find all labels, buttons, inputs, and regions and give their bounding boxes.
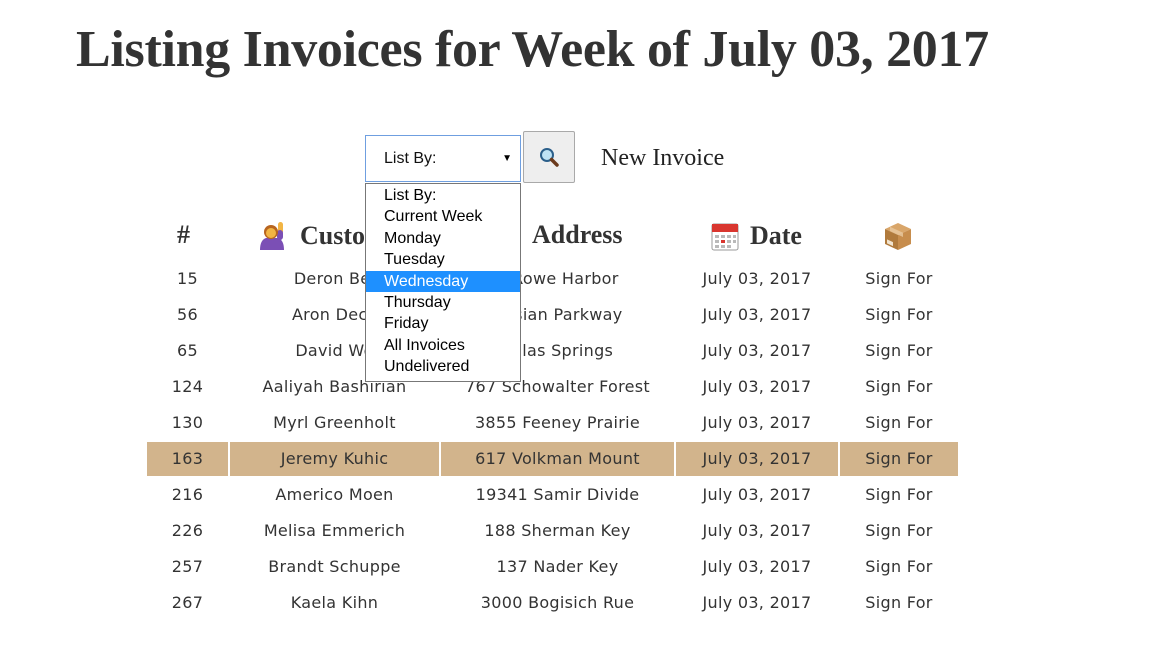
column-header-address[interactable]: Address	[532, 220, 623, 250]
customer-cell: Melisa Emmerich	[263, 521, 406, 540]
table-row[interactable]: 216 Americo Moen 19341 Samir Divide July 03…	[147, 478, 958, 512]
page-title: Listing Invoices for Week of July 03, 20…	[76, 21, 989, 78]
column-header-date[interactable]: Date	[709, 220, 802, 252]
invoice-number-cell: 257	[171, 557, 204, 576]
sign-for-link[interactable]: Sign For	[840, 514, 958, 548]
sign-for-link[interactable]: Sign For	[840, 550, 958, 584]
dropdown-option[interactable]: Monday	[366, 228, 520, 249]
date-cell: July 03, 2017	[702, 557, 812, 576]
search-button[interactable]	[523, 131, 575, 183]
customer-cell: Kaela Kihn	[290, 593, 379, 612]
table-row[interactable]: 124 Aaliyah Bashirian 767 Schowalter Fores…	[147, 370, 958, 404]
dropdown-option[interactable]: Tuesday	[366, 249, 520, 270]
new-invoice-link[interactable]: New Invoice	[601, 145, 724, 172]
invoice-number-cell: 65	[177, 341, 198, 360]
table-row[interactable]: 130 Myrl Greenholt 3855 Feeney Prairie July…	[147, 406, 958, 440]
date-cell: July 03, 2017	[702, 413, 812, 432]
address-cell: 3855 Feeney Prairie	[474, 413, 641, 432]
table-row[interactable]: 65 David Wo Kulas Springs July 03, 2017 Sign…	[147, 334, 958, 368]
date-cell: July 03, 2017	[676, 442, 838, 476]
sign-for-link[interactable]: Sign For	[840, 478, 958, 512]
sign-for-link[interactable]: Sign For	[840, 370, 958, 404]
column-header-number[interactable]: #	[177, 220, 190, 250]
address-cell: 617 Volkman Mount	[441, 442, 674, 476]
chevron-down-icon: ▼	[502, 153, 512, 164]
date-cell: July 03, 2017	[702, 269, 812, 288]
date-cell: July 03, 2017	[702, 377, 812, 396]
date-cell: July 03, 2017	[702, 485, 812, 504]
calendar-icon	[711, 223, 739, 251]
table-row[interactable]: 257 Brandt Schuppe 137 Nader Key July 03, 2…	[147, 550, 958, 584]
table-row[interactable]: 226 Melisa Emmerich 188 Sherman Key July 03…	[147, 514, 958, 548]
invoice-number-cell: 216	[171, 485, 204, 504]
customer-cell: Jeremy Kuhic	[230, 442, 439, 476]
invoice-number-cell: 163	[147, 442, 228, 476]
address-cell: 137 Nader Key	[496, 557, 619, 576]
sign-for-link[interactable]: Sign For	[840, 334, 958, 368]
table-row[interactable]: 163 Jeremy Kuhic 617 Volkman Mount July 03,…	[147, 442, 958, 476]
column-header-sign[interactable]	[882, 220, 914, 252]
customer-cell: Brandt Schuppe	[268, 557, 401, 576]
dropdown-option[interactable]: Friday	[366, 313, 520, 334]
list-by-dropdown[interactable]: List By: Current Week Monday Tuesday Wednesd…	[365, 183, 521, 382]
address-cell: 19341 Samir Divide	[475, 485, 640, 504]
package-icon	[885, 223, 911, 250]
sign-for-link[interactable]: Sign For	[840, 406, 958, 440]
list-by-selected-value: List By:	[384, 150, 437, 167]
dropdown-option[interactable]: Current Week	[366, 206, 520, 227]
date-cell: July 03, 2017	[702, 305, 812, 324]
customer-cell: Myrl Greenholt	[273, 413, 396, 432]
sign-for-link[interactable]: Sign For	[840, 586, 958, 620]
table-row[interactable]: 56 Aron Deck arisian Parkway July 03, 2017 S…	[147, 298, 958, 332]
invoice-number-cell: 124	[171, 377, 204, 396]
column-header-address-label: Address	[532, 220, 623, 249]
invoice-number-cell: 56	[177, 305, 198, 324]
person-raising-hand-icon	[260, 222, 284, 250]
dropdown-option[interactable]: Thursday	[366, 292, 520, 313]
sign-for-link[interactable]: Sign For	[840, 298, 958, 332]
sign-for-link[interactable]: Sign For	[840, 442, 958, 476]
invoice-number-cell: 267	[171, 593, 204, 612]
invoice-number-cell: 226	[171, 521, 204, 540]
dropdown-option[interactable]: All Invoices	[366, 335, 520, 356]
magnifier-icon	[540, 148, 559, 167]
address-cell: 3000 Bogisich Rue	[480, 593, 635, 612]
address-cell: 188 Sherman Key	[484, 521, 631, 540]
invoice-number-cell: 130	[171, 413, 204, 432]
list-by-select[interactable]: List By: ▼	[365, 135, 521, 182]
invoice-number-cell: 15	[177, 269, 198, 288]
dropdown-option[interactable]: List By:	[366, 185, 520, 206]
table-row[interactable]: 267 Kaela Kihn 3000 Bogisich Rue July 03, 2…	[147, 586, 958, 620]
column-header-number-label: #	[177, 220, 190, 249]
dropdown-option[interactable]: Wednesday	[366, 270, 520, 292]
date-cell: July 03, 2017	[702, 521, 812, 540]
dropdown-option[interactable]: Undelivered	[366, 356, 520, 377]
customer-cell: Americo Moen	[275, 485, 394, 504]
date-cell: July 03, 2017	[702, 341, 812, 360]
column-header-date-label: Date	[750, 221, 802, 250]
date-cell: July 03, 2017	[702, 593, 812, 612]
sign-for-link[interactable]: Sign For	[840, 262, 958, 296]
table-row[interactable]: 15 Deron Bei 5 Rowe Harbor July 03, 2017 Sig…	[147, 262, 958, 296]
